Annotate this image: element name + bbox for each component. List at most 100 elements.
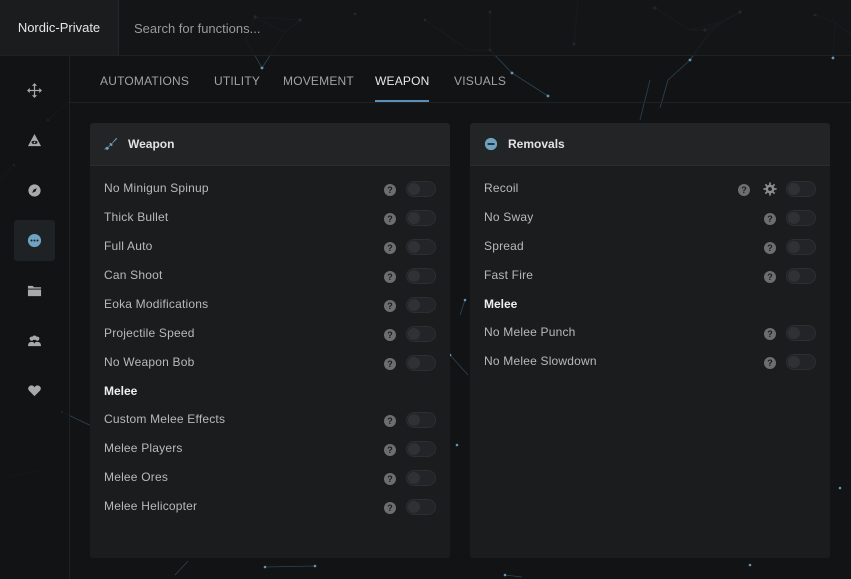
- weapon-panel: Weapon No Minigun Spinup ? Thick Bullet …: [90, 123, 450, 558]
- setting-label: Can Shoot: [104, 268, 163, 282]
- setting-label: Projectile Speed: [104, 326, 195, 340]
- sidebar-item-weapon[interactable]: [14, 220, 55, 261]
- tab-movement[interactable]: MOVEMENT: [283, 74, 354, 88]
- toggle-switch[interactable]: [406, 355, 436, 371]
- toggle-switch[interactable]: [406, 412, 436, 428]
- setting-row: Full Auto ?: [90, 237, 450, 257]
- setting-row: No Melee Punch ?: [470, 323, 830, 343]
- setting-label: Fast Fire: [484, 268, 534, 282]
- section-header: Melee: [90, 382, 450, 402]
- setting-label: Eoka Modifications: [104, 297, 209, 311]
- toggle-switch[interactable]: [406, 239, 436, 255]
- help-icon[interactable]: ?: [384, 271, 396, 283]
- sidebar-item-favorites[interactable]: [14, 370, 55, 411]
- sidebar-item-files[interactable]: [14, 270, 55, 311]
- setting-label: No Melee Slowdown: [484, 354, 597, 368]
- sidebar-item-visuals[interactable]: [14, 120, 55, 161]
- folder-icon: [27, 285, 42, 297]
- toggle-switch[interactable]: [406, 470, 436, 486]
- more-dots-icon: [27, 233, 42, 248]
- toggle-switch[interactable]: [786, 268, 816, 284]
- toggle-switch[interactable]: [406, 181, 436, 197]
- setting-row: Spread ?: [470, 237, 830, 257]
- setting-row: Recoil ?: [470, 179, 830, 199]
- setting-label: Melee Helicopter: [104, 499, 198, 513]
- tab-weapon[interactable]: WEAPON: [375, 74, 430, 88]
- app-title: Nordic-Private: [0, 0, 119, 55]
- setting-label: Melee Ores: [104, 470, 169, 484]
- help-icon[interactable]: ?: [764, 328, 776, 340]
- toggle-switch[interactable]: [786, 181, 816, 197]
- tab-visuals[interactable]: VISUALS: [454, 74, 506, 88]
- toggle-switch[interactable]: [786, 210, 816, 226]
- setting-label: Custom Melee Effects: [104, 412, 226, 426]
- setting-row: No Sway ?: [470, 208, 830, 228]
- gear-icon[interactable]: [763, 182, 777, 196]
- section-header: Melee: [470, 295, 830, 315]
- toggle-switch[interactable]: [406, 210, 436, 226]
- toggle-switch[interactable]: [406, 297, 436, 313]
- help-icon[interactable]: ?: [384, 444, 396, 456]
- setting-label: Spread: [484, 239, 524, 253]
- rifle-icon: [104, 137, 118, 151]
- setting-label: No Weapon Bob: [104, 355, 195, 369]
- help-icon[interactable]: ?: [384, 502, 396, 514]
- tab-bar: AUTOMATIONS UTILITY MOVEMENT WEAPON VISU…: [70, 56, 851, 103]
- setting-row: Fast Fire ?: [470, 266, 830, 286]
- setting-row: Eoka Modifications ?: [90, 295, 450, 315]
- help-icon[interactable]: ?: [384, 329, 396, 341]
- setting-row: Projectile Speed ?: [90, 324, 450, 344]
- sidebar-item-move[interactable]: [14, 70, 55, 111]
- help-icon[interactable]: ?: [764, 357, 776, 369]
- toggle-switch[interactable]: [786, 325, 816, 341]
- setting-row: Can Shoot ?: [90, 266, 450, 286]
- setting-label: No Minigun Spinup: [104, 181, 209, 195]
- toggle-switch[interactable]: [786, 239, 816, 255]
- help-icon[interactable]: ?: [384, 242, 396, 254]
- setting-row: Thick Bullet ?: [90, 208, 450, 228]
- tab-automations[interactable]: AUTOMATIONS: [100, 74, 189, 88]
- setting-label: Melee Players: [104, 441, 183, 455]
- setting-label: Recoil: [484, 181, 519, 195]
- move-icon: [27, 83, 42, 98]
- top-bar: Nordic-Private: [0, 0, 851, 56]
- help-icon[interactable]: ?: [384, 300, 396, 312]
- search-input[interactable]: [134, 20, 334, 36]
- help-icon[interactable]: ?: [764, 213, 776, 225]
- sidebar-item-players[interactable]: [14, 320, 55, 361]
- toggle-switch[interactable]: [786, 354, 816, 370]
- weapon-panel-header: Weapon: [90, 123, 450, 166]
- help-icon[interactable]: ?: [384, 358, 396, 370]
- setting-row: Melee Players ?: [90, 439, 450, 459]
- help-icon[interactable]: ?: [384, 473, 396, 485]
- removals-panel-header: Removals: [470, 123, 830, 166]
- section-label: Melee: [484, 297, 518, 311]
- toggle-switch[interactable]: [406, 268, 436, 284]
- eye-triangle-icon: [27, 133, 42, 147]
- weapon-panel-title: Weapon: [128, 137, 175, 151]
- removals-panel-title: Removals: [508, 137, 565, 151]
- removals-panel: Removals Recoil ? No Sway ? Spread ? Fas…: [470, 123, 830, 558]
- help-icon[interactable]: ?: [764, 271, 776, 283]
- setting-label: No Melee Punch: [484, 325, 576, 339]
- users-icon: [27, 335, 42, 347]
- heart-icon: [28, 385, 41, 397]
- active-tab-indicator: [375, 100, 429, 102]
- help-icon[interactable]: ?: [764, 242, 776, 254]
- setting-label: Thick Bullet: [104, 210, 169, 224]
- setting-row: Melee Ores ?: [90, 468, 450, 488]
- setting-label: No Sway: [484, 210, 534, 224]
- tab-utility[interactable]: UTILITY: [214, 74, 260, 88]
- section-label: Melee: [104, 384, 138, 398]
- setting-row: Melee Helicopter ?: [90, 497, 450, 517]
- help-icon[interactable]: ?: [384, 213, 396, 225]
- toggle-switch[interactable]: [406, 499, 436, 515]
- sidebar: [0, 56, 70, 579]
- toggle-switch[interactable]: [406, 441, 436, 457]
- help-icon[interactable]: ?: [738, 184, 750, 196]
- toggle-switch[interactable]: [406, 326, 436, 342]
- sidebar-item-navigation[interactable]: [14, 170, 55, 211]
- help-icon[interactable]: ?: [384, 184, 396, 196]
- setting-row: No Melee Slowdown ?: [470, 352, 830, 372]
- help-icon[interactable]: ?: [384, 415, 396, 427]
